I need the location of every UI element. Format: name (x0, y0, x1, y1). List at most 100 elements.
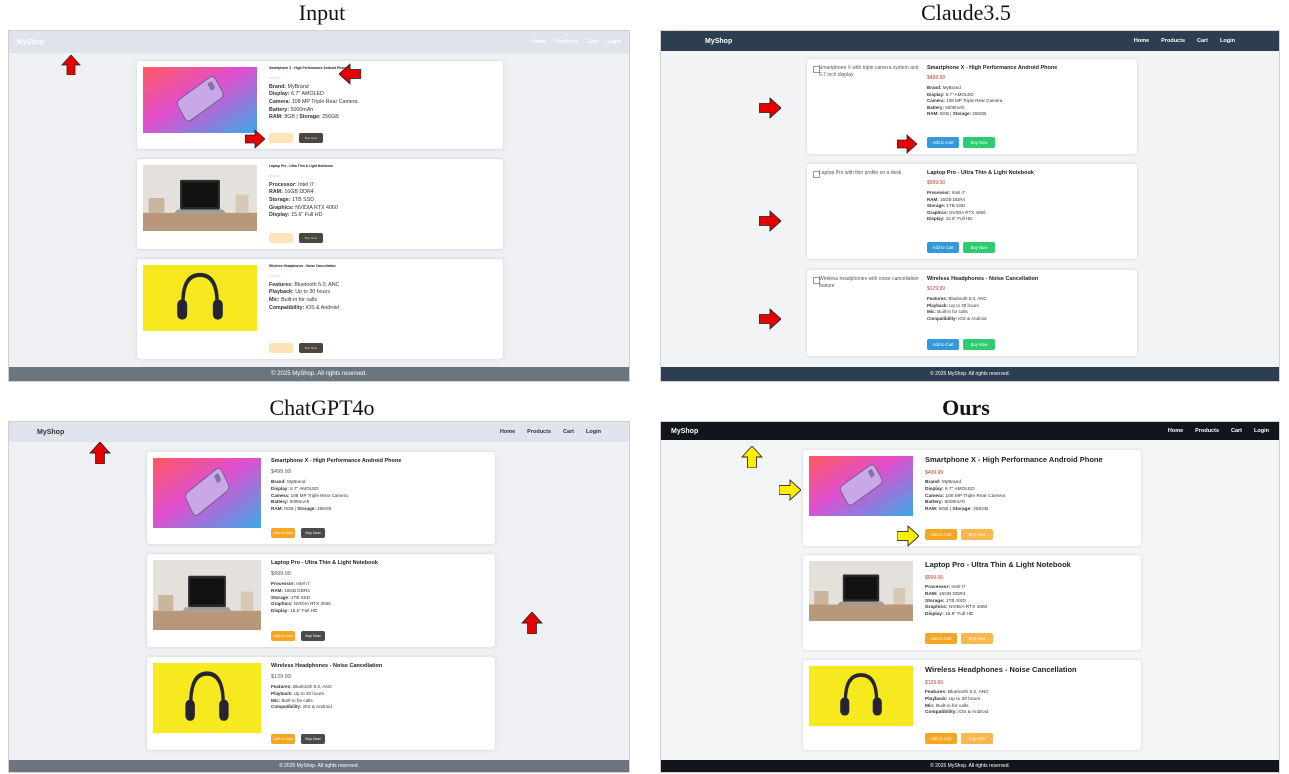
nav-link-home[interactable]: Home (1134, 38, 1149, 44)
spec-value: NVIDIA RTX 4060 (949, 209, 986, 215)
product-price: $499.99 (925, 469, 944, 476)
spec-value: 16GB DDR4 (284, 587, 310, 593)
brand-logo[interactable]: MyShop (671, 428, 698, 435)
product-spec: Camera: 108 MP Triple Rear Camera (271, 493, 487, 500)
add-to-cart-button[interactable]: Add to Cart (271, 631, 295, 641)
brand-logo[interactable]: MyShop (37, 429, 64, 436)
buy-now-button[interactable]: Buy Now (299, 233, 323, 243)
buy-now-button[interactable]: Buy Now (961, 529, 993, 540)
nav-link-login[interactable]: Login (607, 39, 621, 45)
product-name[interactable]: Wireless Headphones - Noise Cancellation (927, 276, 1129, 282)
nav-link-login[interactable]: Login (1254, 428, 1269, 434)
add-to-cart-button[interactable]: Add to Cart (925, 529, 957, 540)
product-spec: Playback: Up to 30 hours (269, 289, 495, 297)
add-to-cart-button[interactable]: Add to Cart (271, 734, 295, 744)
product-spec: Processor: Intel i7 (269, 182, 495, 190)
spec-value: 6.7" AMOLED (291, 91, 324, 98)
nav-link-cart[interactable]: Cart (587, 39, 597, 45)
buy-now-button[interactable]: Buy Now (963, 242, 995, 253)
spec-value: iOS & Android (958, 710, 989, 716)
add-to-cart-button[interactable]: Add to Cart (925, 633, 957, 644)
product-info: Wireless Headphones - Noise Cancellation… (271, 663, 487, 711)
product-name[interactable]: Laptop Pro - Ultra Thin & Light Notebook (925, 560, 1133, 570)
product-name[interactable]: Smartphone X - High Performance Android … (269, 66, 495, 71)
spec-label: Brand: (925, 479, 941, 485)
buy-now-button[interactable]: Buy Now (961, 633, 993, 644)
brand-logo[interactable]: MyShop (17, 39, 44, 46)
nav-link-cart[interactable]: Cart (1197, 38, 1208, 44)
spec-label: Display: (269, 212, 290, 219)
product-spec: Features: Bluetooth 5.0, ANC (271, 684, 487, 691)
product-spec: RAM: 8GB | Storage: 256GB (927, 111, 987, 117)
spec-label: Processor: (925, 584, 951, 590)
product-name[interactable]: Laptop Pro - Ultra Thin & Light Notebook (269, 164, 495, 169)
buy-now-button[interactable]: Buy Now (963, 137, 995, 148)
spec-value: 6.7" AMOLED (945, 91, 974, 97)
laptop-image (153, 560, 261, 630)
spec-value: 8GB (940, 111, 950, 117)
product-card: Smartphone X - High Performance Android … (137, 61, 503, 149)
nav-link-products[interactable]: Products (527, 429, 551, 435)
spec-label: Processor: (927, 190, 951, 196)
buy-now-button[interactable]: Buy Now (301, 631, 325, 641)
spec-label: Playback: (269, 289, 294, 296)
buy-now-button[interactable]: Buy Now (301, 734, 325, 744)
nav-link-home[interactable]: Home (1168, 428, 1183, 434)
annotation-arrow-icon (89, 442, 111, 464)
nav-link-login[interactable]: Login (586, 429, 601, 435)
product-spec: Processor: Intel i7 (925, 585, 1133, 592)
buy-now-button[interactable]: Buy Now (299, 343, 323, 353)
product-image (809, 561, 913, 621)
spec-value: MyBrand (287, 479, 306, 485)
nav-link-products[interactable]: Products (556, 39, 578, 45)
nav-link-login[interactable]: Login (1220, 38, 1235, 44)
annotation-arrow-icon (759, 308, 781, 330)
nav-link-cart[interactable]: Cart (1231, 428, 1242, 434)
nav-link-products[interactable]: Products (1161, 38, 1185, 44)
product-image (143, 165, 257, 231)
product-name[interactable]: Smartphone X - High Performance Android … (927, 65, 1129, 71)
nav-link-products[interactable]: Products (1195, 428, 1219, 434)
spec-label: Storage: (269, 197, 291, 204)
nav-link-cart[interactable]: Cart (563, 429, 574, 435)
product-price: $129.99 (269, 273, 280, 278)
laptop-image (143, 165, 257, 231)
spec-label: Display: (925, 612, 944, 618)
buy-now-button[interactable]: Buy Now (961, 733, 993, 744)
add-to-cart-button[interactable]: Add to Cart (927, 339, 959, 350)
spec-value: 6.7" AMOLED (945, 486, 975, 492)
product-name[interactable]: Laptop Pro - Ultra Thin & Light Notebook (271, 560, 487, 566)
brand-logo[interactable]: MyShop (705, 38, 732, 45)
product-spec: Display: 15.6" Full HD (925, 612, 1133, 619)
nav-link-home[interactable]: Home (532, 39, 546, 45)
product-name[interactable]: Wireless Headphones - Noise Cancellation (269, 264, 495, 269)
spec-label: Display: (927, 216, 945, 222)
add-to-cart-button[interactable]: Add to Cart (269, 133, 293, 143)
product-price: $129.99 (927, 286, 946, 293)
product-name[interactable]: Wireless Headphones - Noise Cancellation (925, 665, 1133, 675)
spec-label: RAM: (927, 111, 939, 117)
spec-value: Built-in for calls (281, 297, 318, 304)
add-to-cart-button[interactable]: Add to Cart (927, 242, 959, 253)
annotation-arrow-icon (897, 525, 919, 547)
product-name[interactable]: Smartphone X - High Performance Android … (271, 458, 487, 464)
product-name[interactable]: Wireless Headphones - Noise Cancellation (271, 663, 487, 669)
buy-now-button[interactable]: Buy Now (301, 528, 325, 538)
product-spec: Playback: Up to 30 hours (271, 691, 487, 698)
product-name[interactable]: Smartphone X - High Performance Android … (925, 455, 1133, 465)
spec-label: Camera: (927, 98, 946, 104)
buy-now-button[interactable]: Buy Now (299, 133, 323, 143)
add-to-cart-button[interactable]: Add to Cart (927, 137, 959, 148)
product-spec: RAM: 16GB DDR4 (269, 189, 495, 197)
add-to-cart-button[interactable]: Add to Cart (925, 733, 957, 744)
product-name[interactable]: Laptop Pro - Ultra Thin & Light Notebook (927, 170, 1129, 176)
add-to-cart-button[interactable]: Add to Cart (271, 528, 295, 538)
spec-value: Bluetooth 5.0, ANC (294, 281, 340, 288)
product-spec: Display: 6.7" AMOLED (269, 91, 495, 99)
add-to-cart-button[interactable]: Add to Cart (269, 343, 293, 353)
buy-now-button[interactable]: Buy Now (963, 339, 995, 350)
spec-label: RAM: (269, 189, 283, 196)
spec-value: Up to 30 hours (948, 696, 981, 702)
add-to-cart-button[interactable]: Add to Cart (269, 233, 293, 243)
nav-link-home[interactable]: Home (500, 429, 515, 435)
